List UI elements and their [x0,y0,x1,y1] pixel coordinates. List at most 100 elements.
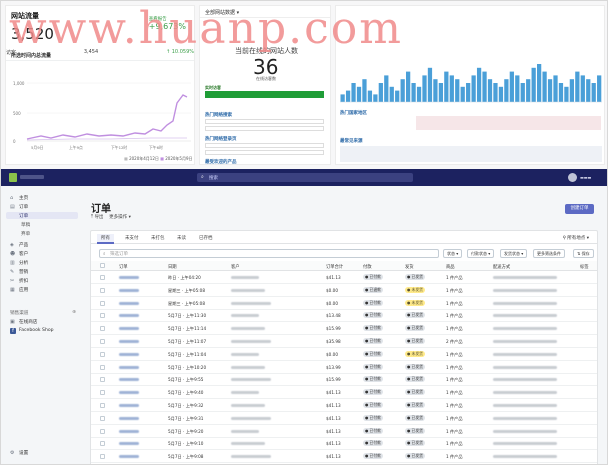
order-number[interactable] [119,301,139,305]
top-searches-title[interactable]: 热门网络搜索 [205,112,232,118]
table-row[interactable]: 5月7日 · 上午11:04 $0.00 ● 已付款 ● 未发货 1 件产品 [91,349,597,361]
row-checkbox[interactable] [100,377,105,383]
order-number[interactable] [119,352,139,356]
col-order[interactable]: 订单 [119,264,128,270]
col-payment[interactable]: 付款 [363,264,372,270]
col-delivery[interactable]: 配送方式 [493,264,510,270]
tab-unfulfilled[interactable]: 未打包 [147,234,169,244]
nav-drafts[interactable]: 草稿 [21,221,30,228]
add-circle-icon[interactable]: ⊕ [72,310,76,315]
order-number[interactable] [119,314,139,318]
order-number[interactable] [119,327,139,331]
row-checkbox[interactable] [100,300,105,306]
home-icon: ⌂ [10,194,14,201]
tab-unpaid[interactable]: 未支付 [121,234,143,244]
global-search-input[interactable]: ⌕ 搜索 [197,173,413,182]
table-row[interactable]: 5月7日 · 上午9:32 $41.13 ● 已付款 ● 已发货 1 件产品 [91,400,597,412]
store-logo-icon[interactable] [9,173,17,182]
row-checkbox[interactable] [100,364,105,370]
create-order-button[interactable]: 创建订单 [565,204,594,214]
order-number[interactable] [119,365,139,369]
col-items[interactable]: 商品 [446,264,455,270]
order-number[interactable] [119,429,139,433]
row-checkbox[interactable] [100,339,105,344]
nav-analytics[interactable]: ▥ 分析 [10,259,28,266]
fulfillment-filter-button[interactable]: 发货状态 ▾ [500,249,528,258]
table-row[interactable]: 5月7日 · 上午9:40 $41.13 ● 已付款 ● 已发货 1 件产品 [91,387,597,400]
top-products-title[interactable]: 最受欢迎的产品 [205,159,237,165]
row-checkbox[interactable] [100,287,105,293]
row-checkbox[interactable] [100,428,105,434]
row-checkbox[interactable] [100,275,105,280]
row-checkbox[interactable] [100,351,105,357]
order-number[interactable] [119,416,139,420]
avatar[interactable] [568,173,577,182]
top-countries-link[interactable]: 热门国家地区 [340,110,367,116]
payment-filter-button[interactable]: 付款状态 ▾ [467,249,495,258]
select-all-checkbox[interactable] [100,263,105,268]
col-total[interactable]: 订单合计 [326,264,343,270]
session-bar [400,79,405,102]
top-landing-title[interactable]: 热门网络登录页 [205,136,237,142]
nav-customers[interactable]: ☻ 客户 [10,250,28,257]
nav-abandoned[interactable]: 弃单 [21,230,30,237]
table-row[interactable]: 昨日 · 上午04:20 $41.13 ● 已付款 ● 已发货 1 件产品 [91,272,597,284]
order-number[interactable] [119,378,139,382]
nav-apps[interactable]: ▦ 应用 [10,286,28,293]
table-row[interactable]: 5月7日 · 上午11:14 $15.99 ● 已付款 ● 已发货 1 件产品 [91,323,597,336]
nav-orders[interactable]: ▤ 订单 [10,203,28,210]
table-row[interactable]: 5月7日 · 上午9:31 $41.13 ● 已付款 ● 已发货 1 件产品 [91,413,597,425]
tab-all[interactable]: 所有 [97,234,114,244]
order-number[interactable] [119,276,139,279]
order-number[interactable] [119,340,139,343]
fulfillment-status-badge: ● 已发货 [405,414,425,421]
col-date[interactable]: 日期 [168,264,177,270]
account-name[interactable]: ▬▬▬ [580,175,591,180]
table-row[interactable]: 5月7日 · 上午9:10 $41.13 ● 已付款 ● 已发货 1 件产品 [91,438,597,451]
tab-archived[interactable]: 已存档 [195,234,217,244]
col-tags[interactable]: 标签 [580,264,589,270]
nav-marketing[interactable]: ✎ 营销 [10,268,28,275]
top-referrers-link[interactable]: 最常见来源 [340,138,363,144]
table-row[interactable]: 5月7日 · 上午9:08 $41.13 ● 已付款 ● 已发货 1 件产品 [91,451,597,464]
order-number[interactable] [119,288,139,292]
table-row[interactable]: 5月7日 · 上午11:30 $13.48 ● 已付款 ● 已发货 1 件产品 [91,310,597,323]
row-checkbox[interactable] [100,326,105,332]
nav-products[interactable]: ◈ 产品 [10,241,28,248]
location-selector[interactable]: ⚲ 所有地点 ▾ [563,235,589,241]
landing-row [205,143,324,148]
row-checkbox[interactable] [100,441,105,447]
export-button[interactable]: ⤒ 导出 [91,215,103,220]
channel-facebook[interactable]: f Facebook Shop [10,327,54,334]
table-row[interactable]: 星期三 · 上午05:08 $0.00 ● 已付款 ● 未发货 1 件产品 [91,298,597,310]
store-name[interactable] [20,175,44,179]
order-number[interactable] [119,391,139,395]
col-fulfillment[interactable]: 发货 [405,264,414,270]
order-number[interactable] [119,455,139,459]
tab-unread[interactable]: 未读 [173,234,190,244]
row-checkbox[interactable] [100,313,105,319]
col-customer[interactable]: 客户 [231,264,240,270]
nav-settings[interactable]: ⚙ 设置 [10,449,28,456]
table-row[interactable]: 5月7日 · 上午9:55 $15.99 ● 已付款 ● 已发货 1 件产品 [91,374,597,387]
session-bar [580,75,585,102]
filter-orders-input[interactable]: ⌕ 筛选订单 [99,249,439,258]
channel-online-store[interactable]: ▣ 在线商店 [10,318,37,325]
order-number[interactable] [119,442,139,446]
more-actions-button[interactable]: 更多操作 ▾ [109,215,131,220]
table-row[interactable]: 5月7日 · 上午10:20 $13.99 ● 已付款 ● 已发货 1 件产品 [91,362,597,374]
nav-home[interactable]: ⌂ 主页 [10,194,28,201]
nav-orders-sub[interactable]: 订单 [6,212,78,219]
row-checkbox[interactable] [100,403,105,408]
table-row[interactable]: 5月7日 · 上午11:07 $35.98 ● 已付款 ● 已发货 2 件产品 [91,336,597,348]
row-checkbox[interactable] [100,454,105,460]
save-button[interactable]: ⇅ 保存 [573,249,594,258]
order-number[interactable] [119,404,139,407]
more-filters-button[interactable]: 更多筛选条件 [533,249,565,258]
row-checkbox[interactable] [100,390,105,396]
status-filter-button[interactable]: 状态 ▾ [443,249,463,258]
table-row[interactable]: 5月7日 · 上午9:20 $41.13 ● 已付款 ● 已发货 1 件产品 [91,426,597,438]
row-checkbox[interactable] [100,415,105,421]
nav-discounts[interactable]: ✂ 折扣 [10,277,28,284]
table-row[interactable]: 星期三 · 上午05:08 $0.00 ● 已退款 ● 未发货 1 件产品 [91,285,597,297]
